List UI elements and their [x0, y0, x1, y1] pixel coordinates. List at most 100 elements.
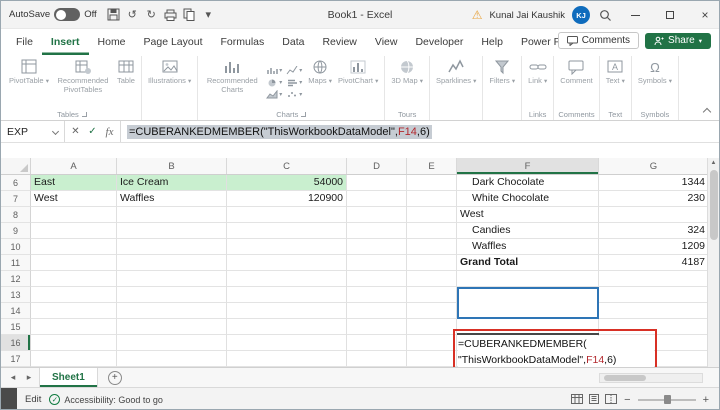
cell-A8[interactable] [31, 207, 117, 223]
cell-G15[interactable] [599, 319, 709, 335]
accessibility-status[interactable]: Accessibility: Good to go [64, 395, 163, 405]
collapse-ribbon-chevron-icon[interactable] [702, 107, 712, 117]
cell-F8[interactable]: West [457, 207, 599, 223]
ribbon-button-filters[interactable]: Filters ▾ [486, 57, 518, 108]
mini-chart-line-icon[interactable]: ▾ [286, 66, 302, 75]
autosave-switch-icon[interactable] [54, 8, 81, 21]
customize-icon[interactable]: ▾ [200, 6, 217, 23]
cell-C8[interactable] [227, 207, 347, 223]
column-header-a[interactable]: A [31, 158, 117, 174]
tab-insert[interactable]: Insert [42, 29, 89, 55]
cell-D15[interactable] [347, 319, 407, 335]
cell-G9[interactable]: 324 [599, 223, 709, 239]
add-sheet-button[interactable]: + [107, 370, 122, 385]
cell-A15[interactable] [31, 319, 117, 335]
cell-A6[interactable]: East [31, 175, 117, 191]
tab-help[interactable]: Help [472, 29, 512, 55]
cell-F11[interactable]: Grand Total [457, 255, 599, 271]
sheet-nav-right-icon[interactable]: ▸ [23, 372, 35, 383]
tab-home[interactable]: Home [89, 29, 135, 55]
cell-E17[interactable] [407, 351, 457, 367]
tab-developer[interactable]: Developer [406, 29, 472, 55]
avatar[interactable]: KJ [572, 6, 590, 24]
user-name[interactable]: Kunal Jai Kaushik [489, 10, 565, 21]
ribbon-button-symbols[interactable]: Ω Symbols ▾ [635, 57, 675, 108]
horizontal-scrollbar[interactable] [599, 372, 703, 383]
row-header-16[interactable]: 16 [1, 335, 31, 351]
cell-A12[interactable] [31, 271, 117, 287]
cell-C15[interactable] [227, 319, 347, 335]
cell-G13[interactable] [599, 287, 709, 303]
mini-chart-area-icon[interactable]: ▾ [266, 90, 282, 99]
name-box-chevron-icon[interactable] [51, 127, 60, 136]
cell-C17[interactable] [227, 351, 347, 367]
cell-B10[interactable] [117, 239, 227, 255]
cell-B15[interactable] [117, 319, 227, 335]
print-icon[interactable] [162, 6, 179, 23]
cell-F15[interactable] [457, 319, 599, 335]
close-button[interactable]: × [691, 1, 719, 29]
cell-D12[interactable] [347, 271, 407, 287]
cell-C6[interactable]: 54000 [227, 175, 347, 191]
tab-file[interactable]: File [7, 29, 42, 55]
cell-F6[interactable]: Dark Chocolate [457, 175, 599, 191]
cell-B6[interactable]: Ice Cream [117, 175, 227, 191]
cell-E6[interactable] [407, 175, 457, 191]
cell-G14[interactable] [599, 303, 709, 319]
cell-A13[interactable] [31, 287, 117, 303]
cell-C14[interactable] [227, 303, 347, 319]
comments-button[interactable]: Comments [557, 32, 640, 49]
ribbon-button-3d-map[interactable]: 3D Map ▾ [388, 57, 426, 108]
ribbon-button-table[interactable]: Table [114, 57, 138, 108]
cell-D7[interactable] [347, 191, 407, 207]
cell-G12[interactable] [599, 271, 709, 287]
row-header-12[interactable]: 12 [1, 271, 31, 287]
scroll-up-icon[interactable]: ▲ [711, 158, 717, 168]
column-header-b[interactable]: B [117, 158, 227, 174]
cell-B16[interactable] [117, 335, 227, 351]
cell-D16[interactable] [347, 335, 407, 351]
autosave-toggle[interactable]: AutoSave Off [9, 8, 97, 21]
minimize-button[interactable] [621, 1, 649, 29]
cell-F10[interactable]: Waffles [457, 239, 599, 255]
cell-B9[interactable] [117, 223, 227, 239]
cell-C10[interactable] [227, 239, 347, 255]
tab-view[interactable]: View [366, 29, 407, 55]
page-layout-view-icon[interactable] [588, 391, 600, 409]
cell-C16[interactable] [227, 335, 347, 351]
ribbon-button-pivottable[interactable]: PivotTable ▾ [6, 57, 52, 108]
cell-E14[interactable] [407, 303, 457, 319]
zoom-in-button[interactable]: + [703, 394, 709, 406]
mini-chart-pie-icon[interactable]: ▾ [266, 78, 282, 87]
cell-F14[interactable] [457, 303, 599, 319]
enter-button[interactable]: ✓ [84, 126, 101, 137]
zoom-slider-thumb[interactable] [663, 395, 671, 404]
row-header-14[interactable]: 14 [1, 303, 31, 319]
row-header-7[interactable]: 7 [1, 191, 31, 207]
select-all-corner[interactable] [1, 158, 31, 174]
sheet-tab-sheet1[interactable]: Sheet1 [39, 368, 98, 387]
cell-F13[interactable] [457, 287, 599, 303]
ribbon-button-recommended-charts[interactable]: Recommended Charts [201, 57, 263, 108]
sheet-nav-left-icon[interactable]: ◂ [7, 372, 19, 383]
cell-D17[interactable] [347, 351, 407, 367]
cell-G8[interactable] [599, 207, 709, 223]
vertical-scroll-thumb[interactable] [709, 170, 718, 240]
mini-chart-column-icon[interactable]: ▾ [266, 66, 282, 75]
formula-input[interactable]: =CUBERANKEDMEMBER("ThisWorkbookDataModel… [121, 121, 719, 142]
cell-G6[interactable]: 1344 [599, 175, 709, 191]
column-header-c[interactable]: C [227, 158, 347, 174]
row-header-13[interactable]: 13 [1, 287, 31, 303]
cell-E11[interactable] [407, 255, 457, 271]
dialog-launcher-icon[interactable] [81, 111, 87, 117]
cell-C11[interactable] [227, 255, 347, 271]
column-header-f[interactable]: F [457, 158, 599, 174]
row-header-9[interactable]: 9 [1, 223, 31, 239]
cell-A14[interactable] [31, 303, 117, 319]
cell-B8[interactable] [117, 207, 227, 223]
cell-G11[interactable]: 4187 [599, 255, 709, 271]
name-box[interactable]: EXP [1, 121, 65, 142]
cell-D6[interactable] [347, 175, 407, 191]
row-header-17[interactable]: 17 [1, 351, 31, 367]
cell-E10[interactable] [407, 239, 457, 255]
